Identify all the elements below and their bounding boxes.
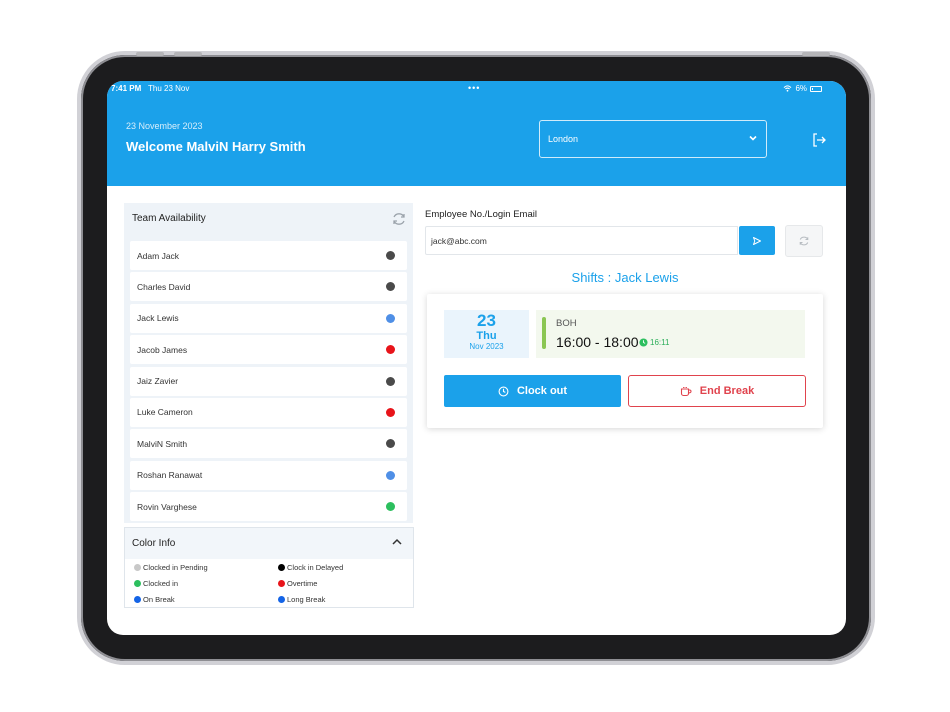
member-name: Jaiz Zavier bbox=[137, 376, 179, 387]
end-break-label: End Break bbox=[699, 385, 755, 397]
legend-item: Clock in Delayed bbox=[278, 563, 343, 572]
status-dot bbox=[386, 376, 395, 386]
shift-month: Nov 2023 bbox=[469, 342, 504, 351]
device-button bbox=[174, 52, 202, 56]
shift-card: 23 Thu Nov 2023 BOH 16:00 - 18:00 16:11 … bbox=[427, 294, 823, 428]
legend-dot bbox=[134, 580, 141, 587]
status-bar: 7:41 PM Thu 23 Nov ••• 6% bbox=[107, 81, 846, 97]
color-info-title: Color Info bbox=[132, 538, 176, 549]
legend-item: Clocked in bbox=[134, 579, 178, 588]
legend-item: Clocked in Pending bbox=[134, 563, 208, 572]
member-name: Adam Jack bbox=[137, 250, 180, 261]
clock-in-time: 16:11 bbox=[650, 338, 670, 347]
clock-out-label: Clock out bbox=[516, 385, 568, 397]
status-dot bbox=[386, 407, 395, 417]
chevron-down-icon bbox=[749, 135, 757, 141]
status-dot bbox=[386, 313, 395, 323]
legend-dot bbox=[278, 596, 285, 603]
header-date: 23 November 2023 bbox=[126, 121, 203, 131]
member-name: Rovin Varghese bbox=[137, 501, 197, 512]
legend-item: Overtime bbox=[278, 579, 317, 588]
status-dot bbox=[386, 502, 395, 512]
send-icon bbox=[753, 236, 761, 245]
legend-dot bbox=[278, 564, 285, 571]
multitask-dots[interactable]: ••• bbox=[468, 83, 480, 93]
list-item[interactable]: Charles David bbox=[130, 272, 407, 302]
refresh-icon bbox=[799, 236, 809, 246]
clock-icon bbox=[498, 386, 509, 396]
wifi-icon bbox=[784, 85, 792, 92]
team-availability-panel: Team Availability Adam Jack Charles Davi… bbox=[124, 203, 413, 523]
chevron-up-icon[interactable] bbox=[391, 536, 403, 548]
member-name: Roshan Ranawat bbox=[137, 470, 203, 481]
legend-label: Overtime bbox=[287, 579, 318, 588]
employee-email-input[interactable]: jack@abc.com bbox=[425, 226, 738, 255]
legend-label: Clock in Delayed bbox=[287, 563, 344, 572]
list-item[interactable]: Rovin Varghese bbox=[130, 492, 407, 522]
reset-button[interactable] bbox=[785, 225, 823, 257]
end-break-button[interactable]: End Break bbox=[628, 375, 806, 407]
shift-indicator bbox=[542, 317, 546, 349]
list-item[interactable]: Jaiz Zavier bbox=[130, 366, 407, 396]
legend-label: Clocked in bbox=[143, 579, 179, 588]
legend-label: Long Break bbox=[287, 595, 326, 604]
member-name: MalviN Smith bbox=[137, 438, 188, 449]
refresh-icon[interactable] bbox=[391, 211, 407, 227]
team-availability-title: Team Availability bbox=[132, 213, 206, 224]
shift-role: BOH bbox=[556, 318, 577, 329]
submit-button[interactable] bbox=[739, 226, 775, 255]
status-dot bbox=[386, 251, 395, 260]
legend-item: On Break bbox=[134, 595, 175, 604]
clock-check-icon bbox=[639, 338, 648, 347]
location-select[interactable]: London bbox=[539, 120, 767, 158]
shift-date: 23 Thu Nov 2023 bbox=[444, 310, 529, 358]
clock-out-button[interactable]: Clock out bbox=[444, 375, 621, 407]
shift-time-box: BOH 16:00 - 18:00 16:11 bbox=[536, 310, 805, 358]
list-item[interactable]: MalviN Smith bbox=[130, 429, 407, 459]
shift-weekday: Thu bbox=[476, 330, 497, 342]
device-button bbox=[136, 52, 164, 56]
battery-percent: 6% bbox=[795, 84, 807, 93]
status-dot bbox=[386, 470, 395, 480]
battery-icon bbox=[810, 85, 822, 92]
app-screen: 7:41 PM Thu 23 Nov ••• 6% 23 November 20… bbox=[107, 81, 846, 635]
member-name: Jack Lewis bbox=[137, 313, 179, 324]
list-item[interactable]: Jack Lewis bbox=[130, 303, 407, 333]
location-value: London bbox=[548, 134, 579, 144]
legend-dot bbox=[134, 596, 141, 603]
app-header: 7:41 PM Thu 23 Nov ••• 6% 23 November 20… bbox=[107, 81, 846, 186]
clock-in-tag: 16:11 bbox=[639, 338, 669, 347]
shift-day: 23 bbox=[477, 311, 496, 330]
status-dot bbox=[386, 345, 395, 355]
welcome-title: Welcome MalviN Harry Smith bbox=[126, 139, 306, 154]
status-dot bbox=[386, 282, 395, 292]
list-item[interactable]: Luke Cameron bbox=[130, 397, 407, 427]
color-info-header[interactable]: Color Info bbox=[125, 528, 413, 559]
shift-time-range: 16:00 - 18:00 bbox=[556, 334, 639, 350]
logout-icon[interactable] bbox=[811, 132, 827, 148]
member-name: Jacob James bbox=[137, 344, 188, 355]
status-right: 6% bbox=[783, 84, 822, 93]
legend-dot bbox=[134, 564, 141, 571]
status-date: Thu 23 Nov bbox=[148, 84, 190, 93]
legend-dot bbox=[278, 580, 285, 587]
list-item[interactable]: Adam Jack bbox=[130, 241, 407, 270]
member-name: Charles David bbox=[137, 281, 191, 292]
legend-label: On Break bbox=[143, 595, 175, 604]
member-name: Luke Cameron bbox=[137, 407, 193, 418]
color-info-panel: Color Info Clocked in Pending Clock in D… bbox=[124, 527, 414, 608]
status-time: 7:41 PM bbox=[111, 84, 142, 93]
legend-item: Long Break bbox=[278, 595, 325, 604]
team-member-list[interactable]: Adam Jack Charles David Jack Lewis Jacob… bbox=[130, 241, 407, 523]
status-dot bbox=[386, 439, 395, 449]
shifts-title: Shifts : Jack Lewis bbox=[571, 270, 679, 285]
coffee-cup-icon bbox=[680, 386, 692, 396]
list-item[interactable]: Jacob James bbox=[130, 335, 407, 365]
legend-label: Clocked in Pending bbox=[143, 563, 208, 572]
list-item[interactable]: Roshan Ranawat bbox=[130, 460, 407, 490]
device-button bbox=[802, 52, 830, 56]
employee-field-label: Employee No./Login Email bbox=[425, 209, 537, 220]
